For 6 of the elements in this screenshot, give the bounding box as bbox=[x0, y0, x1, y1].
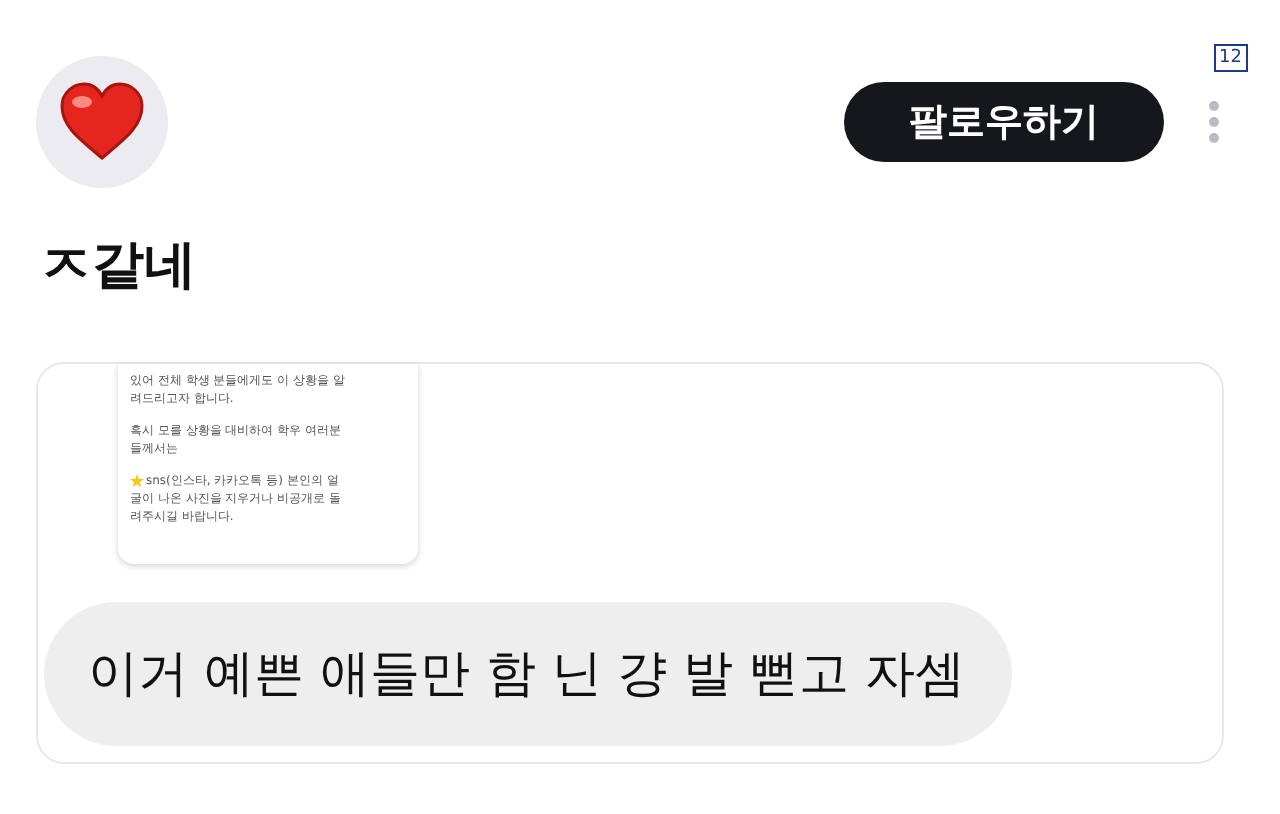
follow-button[interactable]: 팔로우하기 bbox=[844, 82, 1164, 162]
count-badge: 12 bbox=[1213, 44, 1248, 72]
post-title: ㅈ같네 bbox=[40, 234, 198, 300]
heart-icon bbox=[58, 82, 146, 162]
star-icon bbox=[130, 474, 144, 488]
comment-bubble: 이거 예쁜 애들만 함 닌 걍 발 뻗고 자셈 bbox=[44, 602, 1012, 746]
